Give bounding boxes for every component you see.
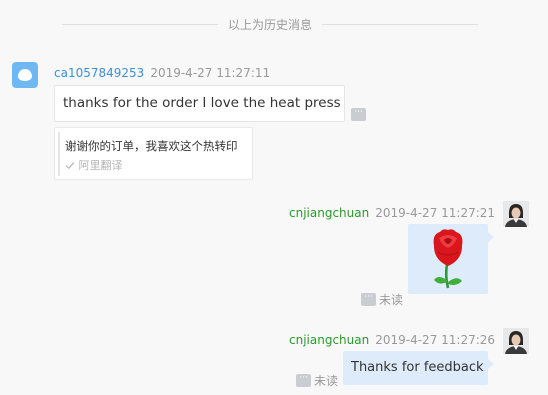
history-divider: 以上为历史消息 [62,14,479,34]
message-time: 2019-4-27 11:27:11 [150,66,271,80]
seller-avatar[interactable] [503,201,529,227]
seller-avatar[interactable] [503,328,529,354]
sender-name[interactable]: cnjiangchuan [289,206,369,220]
person-avatar-icon [503,201,529,227]
translation-box: 谢谢你的订单，我喜欢这个热转印 阿里翻译 [54,127,253,180]
translation-text: 谢谢你的订单，我喜欢这个热转印 [65,139,238,153]
ellipsis-icon[interactable]: ··· [361,293,376,306]
divider-line-left [62,23,218,25]
sender-name[interactable]: cnjiangchuan [289,333,369,347]
message-header: ca1057849253 2019-4-27 11:27:11 [54,66,270,80]
outgoing-message-bubble[interactable]: Thanks for feedback [343,351,494,385]
check-icon [65,162,75,170]
divider-line-right [322,23,479,25]
message-header: cnjiangchuan 2019-4-27 11:27:26 [289,333,495,347]
read-status: ··· 未读 [361,291,403,308]
read-status-label: 未读 [379,293,404,307]
incoming-message-bubble[interactable]: thanks for the order I love the heat pre… [54,85,345,122]
ellipsis-icon[interactable]: ··· [296,374,311,387]
translation-quote-bar [58,132,60,176]
ellipsis-icon[interactable]: ··· [351,108,366,121]
avatar-placeholder-icon [18,69,32,81]
read-status: ··· 未读 [296,372,338,389]
translation-source-label: 阿里翻译 [78,159,123,172]
message-header: cnjiangchuan 2019-4-27 11:27:21 [289,206,495,220]
history-divider-label: 以上为历史消息 [228,17,313,32]
outgoing-image-bubble[interactable] [408,224,494,294]
rose-emoji-icon [433,229,463,289]
translation-source: 阿里翻译 [65,157,123,173]
message-time: 2019-4-27 11:27:26 [375,333,496,347]
message-time: 2019-4-27 11:27:21 [375,206,496,220]
person-avatar-icon [503,328,529,354]
sender-name[interactable]: ca1057849253 [54,66,144,80]
read-status-label: 未读 [314,374,339,388]
buyer-avatar[interactable] [12,62,38,88]
